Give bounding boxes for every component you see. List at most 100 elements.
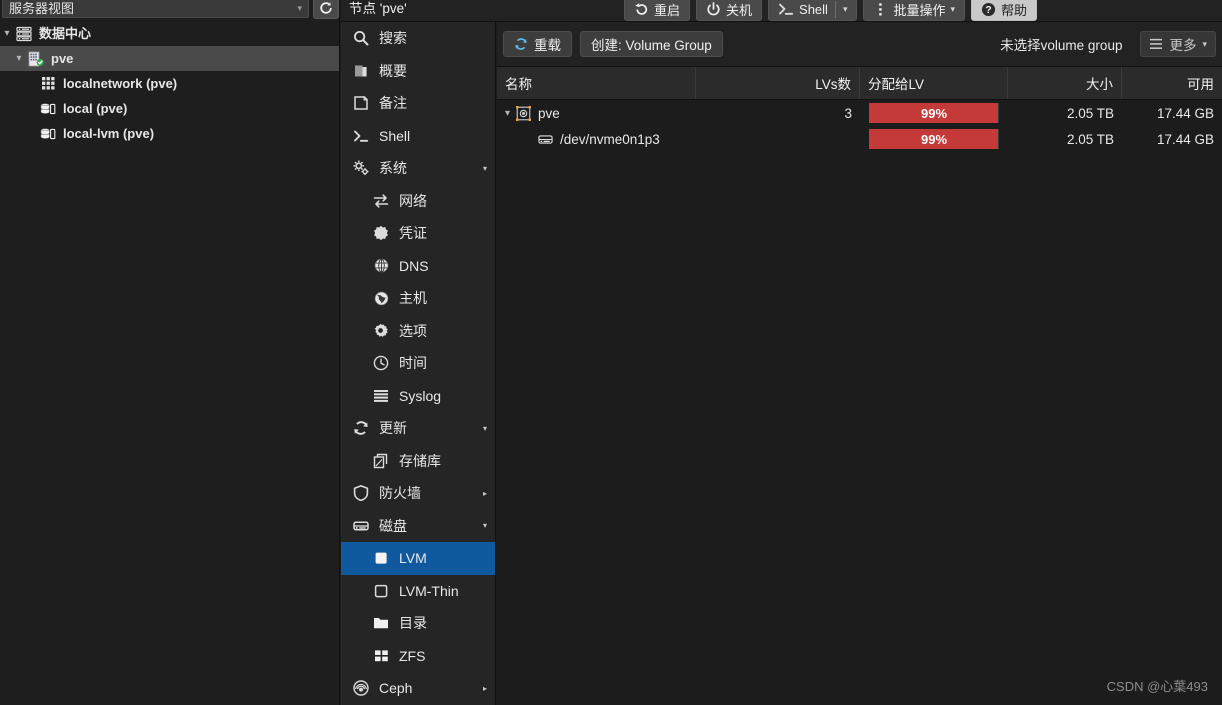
datacenter-icon bbox=[14, 26, 34, 42]
sidebar-item-选项[interactable]: 选项 bbox=[341, 315, 495, 348]
button-label: 重启 bbox=[654, 2, 681, 18]
sidebar-item-label: Ceph bbox=[379, 680, 413, 697]
tree-refresh-button[interactable] bbox=[313, 0, 339, 19]
sidebar-item-label: 搜索 bbox=[379, 30, 407, 47]
zfs-icon bbox=[371, 647, 391, 665]
tree-item-label: local (pve) bbox=[63, 101, 128, 116]
node-批量操作-button[interactable]: 批量操作 ▾ bbox=[863, 0, 966, 21]
tree-item-数据中心[interactable]: ▾ 数据中心 bbox=[0, 21, 339, 46]
tree-item-label: local-lvm (pve) bbox=[63, 126, 155, 141]
sidebar-item-时间[interactable]: 时间 bbox=[341, 347, 495, 380]
allocation-progress-bar: 99% bbox=[869, 103, 999, 123]
sidebar-item-label: Syslog bbox=[399, 387, 442, 404]
sidebar-item-syslog[interactable]: Syslog bbox=[341, 380, 495, 413]
sidebar-item-更新[interactable]: 更新 ▾ bbox=[341, 412, 495, 445]
node-关机-button[interactable]: 关机 bbox=[696, 0, 763, 21]
sidebar-item-系统[interactable]: 系统 ▾ bbox=[341, 152, 495, 185]
sidebar-item-概要[interactable]: 概要 bbox=[341, 55, 495, 88]
hamburger-icon bbox=[1149, 38, 1163, 50]
reload-label: 重载 bbox=[534, 38, 561, 53]
sidebar-item-备注[interactable]: 备注 bbox=[341, 87, 495, 120]
view-mode-label: 服务器视图 bbox=[9, 0, 75, 16]
main-content-area: 节点 'pve' 重启 关机 Shell ▾ 批量操作 ▾? 帮助 重载 创建: Volum… bbox=[341, 0, 1222, 705]
no-selection-status: 未选择volume group bbox=[1000, 38, 1123, 53]
table-header-name[interactable]: 名称 bbox=[497, 67, 696, 99]
sidebar-item-label: ZFS bbox=[399, 647, 426, 664]
cell-lvs-count: 3 bbox=[696, 100, 860, 126]
node-shell-button[interactable]: Shell ▾ bbox=[768, 0, 858, 21]
progress-label: 99% bbox=[920, 131, 948, 147]
table-body: ▾ pve 3 99% 2.05 TB 17.44 GB/dev/nvme0n1p3 99%… bbox=[497, 100, 1222, 152]
sidebar-item-label: 时间 bbox=[399, 355, 427, 372]
allocation-progress-bar: 99% bbox=[869, 129, 999, 149]
row-name-label: /dev/nvme0n1p3 bbox=[560, 131, 660, 147]
cell-name: ▾ pve bbox=[497, 100, 696, 126]
sidebar-item-存储库[interactable]: 存储库 bbox=[341, 445, 495, 478]
table-header-lvs[interactable]: LVs数 bbox=[696, 67, 860, 99]
chevron-down-icon: ▾ bbox=[297, 2, 302, 13]
node-重启-button[interactable]: 重启 bbox=[624, 0, 691, 21]
content-title-bar: 节点 'pve' 重启 关机 Shell ▾ 批量操作 ▾? 帮助 bbox=[341, 0, 1222, 22]
table-row[interactable]: ▾ pve 3 99% 2.05 TB 17.44 GB bbox=[497, 100, 1222, 126]
refresh-icon bbox=[320, 2, 332, 14]
terminal-icon bbox=[778, 1, 794, 17]
dns-icon bbox=[371, 257, 391, 275]
table-header-alloc[interactable]: 分配给LV bbox=[860, 67, 1008, 99]
sidebar-item-主机[interactable]: 主机 bbox=[341, 282, 495, 315]
sidebar-item-label: 更新 bbox=[379, 420, 407, 437]
tree-item-local-lvm--pve-[interactable]: local-lvm (pve) bbox=[0, 121, 339, 146]
sidebar-item-label: LVM bbox=[399, 550, 427, 567]
repository-icon bbox=[371, 452, 391, 470]
sidebar-item-label: 凭证 bbox=[399, 225, 427, 242]
network2-icon bbox=[371, 192, 391, 210]
sidebar-item-lvm-thin[interactable]: LVM-Thin bbox=[341, 575, 495, 608]
svg-text:?: ? bbox=[985, 5, 991, 16]
tree-expand-caret[interactable]: ▾ bbox=[0, 28, 14, 39]
view-mode-selector[interactable]: 服务器视图 ▾ bbox=[2, 0, 309, 18]
chevron-down-icon: ▾ bbox=[950, 3, 956, 14]
sidebar-item-shell[interactable]: Shell bbox=[341, 120, 495, 153]
tree-item-label: localnetwork (pve) bbox=[63, 76, 178, 91]
table-header-size[interactable]: 大小 bbox=[1008, 67, 1122, 99]
proxmox-ve-window: 服务器视图 ▾ ▾ 数据中心 ▾ pve localnetwork (pve) local… bbox=[0, 0, 1222, 705]
sidebar-item-label: 概要 bbox=[379, 62, 407, 79]
tree-item-local--pve-[interactable]: local (pve) bbox=[0, 96, 339, 121]
table-header-avail[interactable]: 可用 bbox=[1122, 67, 1222, 99]
node-action-toolbar: 重启 关机 Shell ▾ 批量操作 ▾ ? 帮助 bbox=[624, 0, 1038, 21]
row-expand-caret[interactable]: ▾ bbox=[501, 108, 514, 119]
sidebar-item-防火墙[interactable]: 防火墙 ▸ bbox=[341, 477, 495, 510]
sidebar-item-凭证[interactable]: 凭证 bbox=[341, 217, 495, 250]
tree-item-localnetwork--pve-[interactable]: localnetwork (pve) bbox=[0, 71, 339, 96]
sidebar-item-ceph[interactable]: Ceph ▸ bbox=[341, 672, 495, 705]
more-button[interactable]: 更多 ▾ bbox=[1140, 31, 1216, 57]
cell-size: 2.05 TB bbox=[1008, 100, 1122, 126]
power-icon bbox=[706, 1, 721, 17]
node-帮助-button[interactable]: ? 帮助 bbox=[971, 0, 1038, 21]
syslog-icon bbox=[371, 387, 391, 405]
button-label: 批量操作 bbox=[893, 2, 946, 18]
column-label: 大小 bbox=[1086, 77, 1113, 92]
lvs-count-value: 3 bbox=[844, 105, 852, 121]
cell-size: 2.05 TB bbox=[1008, 126, 1122, 152]
sidebar-item-zfs[interactable]: ZFS bbox=[341, 640, 495, 673]
sidebar-item-网络[interactable]: 网络 bbox=[341, 185, 495, 218]
column-label: 名称 bbox=[505, 77, 532, 92]
sidebar-item-dns[interactable]: DNS bbox=[341, 250, 495, 283]
sidebar-item-磁盘[interactable]: 磁盘 ▾ bbox=[341, 510, 495, 543]
size-value: 2.05 TB bbox=[1066, 131, 1114, 147]
table-row[interactable]: /dev/nvme0n1p3 99% 2.05 TB 17.44 GB bbox=[497, 126, 1222, 152]
tree-expand-caret[interactable]: ▾ bbox=[12, 53, 26, 64]
sidebar-item-label: 网络 bbox=[399, 192, 427, 209]
sidebar-item-目录[interactable]: 目录 bbox=[341, 607, 495, 640]
lvm-toolbar: 重载 创建: Volume Group 未选择volume group 更多 ▾ bbox=[497, 22, 1222, 67]
column-label: 分配给LV bbox=[868, 77, 925, 92]
button-label: 关机 bbox=[726, 2, 753, 18]
sidebar-item-lvm[interactable]: LVM bbox=[341, 542, 495, 575]
reload-button[interactable]: 重载 bbox=[503, 31, 572, 57]
create-volume-group-button[interactable]: 创建: Volume Group bbox=[580, 31, 723, 57]
sidebar-item-搜索[interactable]: 搜索 bbox=[341, 22, 495, 55]
tree-item-pve[interactable]: ▾ pve bbox=[0, 46, 339, 71]
sidebar-item-label: DNS bbox=[399, 257, 429, 274]
sidebar-item-label: 选项 bbox=[399, 322, 427, 339]
node-icon bbox=[26, 51, 46, 67]
